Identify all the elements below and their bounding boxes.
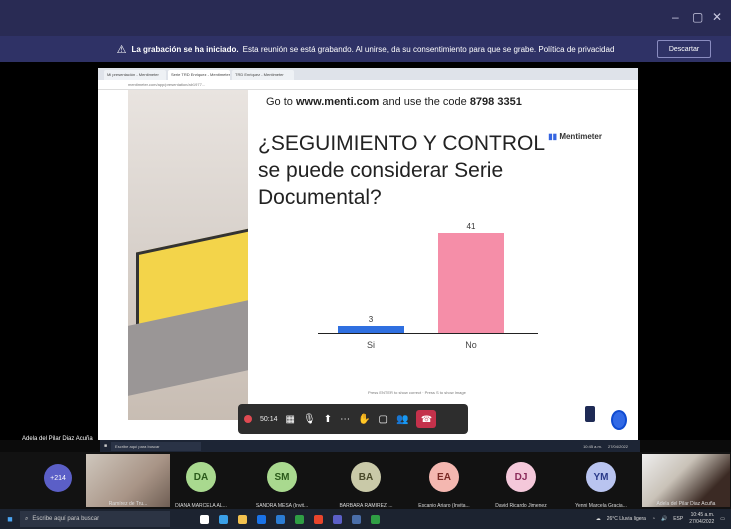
shared-date: 27/04/2022 [607, 443, 628, 449]
shared-time: 10:45 a.m. [583, 443, 602, 449]
join-site: www.menti.com [295, 96, 380, 108]
taskbar-search[interactable]: ⌕ Escribe aquí para buscar [20, 511, 170, 527]
chart-value-label: 3 [368, 315, 374, 324]
participant-tile[interactable]: DJ David Ricardo Jimenez [489, 454, 553, 509]
system-tray: ☁ 26°C Lluvia ligera ◔ 🔊 ESP 10:45 a.m. … [596, 512, 731, 526]
meeting-controls: 50:14 ▦ 🎙 ⬆ ⋯ ✋ ▢ 👥 ☎ [238, 404, 468, 434]
presenter-name: Adela del Pilar Diaz Acuña [22, 436, 93, 442]
search-placeholder: Escribe aquí para buscar [32, 516, 100, 522]
app-icon[interactable] [371, 514, 380, 524]
weather-icon[interactable]: ☁ [596, 516, 601, 522]
more-participants-button[interactable]: +214 [44, 464, 72, 492]
chat-bubble-button[interactable] [611, 410, 627, 430]
browser-tab[interactable]: TRD Enriquez - Mentimeter [232, 70, 294, 80]
presenter-video[interactable]: Adela del Pilar Diaz Acuña [642, 454, 730, 507]
meeting-timer: 50:14 [260, 415, 278, 423]
recording-banner: ⚠ La grabación se ha iniciado. Esta reun… [0, 36, 731, 62]
teams-window: – ▢ ✕ ⚠ La grabación se ha iniciado. Est… [0, 0, 731, 529]
results-chart: 3 Si 41 No [318, 200, 538, 370]
title-bar: – ▢ ✕ [0, 0, 731, 36]
shared-clock: 10:45 a.m. 27/04/2022 [583, 444, 634, 449]
chart-value-label: 41 [466, 222, 476, 231]
browser-tab[interactable]: Mi presentación - Mentimeter [104, 70, 166, 80]
join-instructions: Go to www.menti.com and use the code 879… [266, 96, 522, 108]
shared-windows-taskbar: ■ Escribe aquí para buscar 10:45 a.m. 27… [100, 440, 640, 452]
warning-icon: ⚠ [116, 43, 127, 56]
avatar: DJ [506, 462, 536, 492]
participant-tile[interactable]: BA BARBARA RAMIREZ ... [333, 454, 399, 509]
app-icon[interactable] [352, 514, 361, 524]
participant-gallery: +214 Ramírez de Tru... DA DIANA MARCELA … [0, 452, 731, 509]
start-icon[interactable]: ■ [0, 514, 20, 524]
participant-tile[interactable]: EA Escanio Ariaro (Invita... [412, 454, 476, 509]
recording-indicator-icon [244, 415, 252, 423]
mail-icon[interactable] [257, 514, 266, 524]
minimize-button[interactable]: – [672, 10, 679, 24]
avatar: YM [586, 462, 616, 492]
brand-label: Mentimeter [559, 132, 602, 141]
teams-icon[interactable] [333, 514, 342, 524]
participant-video[interactable]: Ramírez de Tru... [86, 454, 170, 507]
weather-text[interactable]: 26°C Lluvia ligera [607, 516, 646, 522]
chart-bar-no [438, 233, 504, 333]
address-bar[interactable]: mentimeter.com/app/presentation/alr1977.… [98, 80, 638, 90]
volume-icon[interactable]: 🔊 [661, 516, 667, 522]
avatar: DA [186, 462, 216, 492]
chrome-icon[interactable] [314, 514, 323, 524]
chart-category-label: No [465, 340, 477, 350]
word-icon[interactable] [276, 514, 285, 524]
maximize-button[interactable]: ▢ [692, 10, 703, 24]
avatar: EA [429, 462, 459, 492]
browser-window: Mi presentación - Mentimeter Serie TRD E… [98, 68, 638, 440]
share-screen-icon[interactable]: ⬆ [324, 414, 332, 425]
network-icon[interactable]: ◔ [652, 516, 655, 522]
windows-icon: ■ [104, 443, 108, 449]
participant-tile[interactable]: SM SANDRA MESA (Invit... [250, 454, 314, 509]
presentation-slide: Go to www.menti.com and use the code 879… [128, 90, 608, 440]
camera-off-icon[interactable]: ▦ [286, 414, 295, 425]
hang-up-button[interactable]: ☎ [416, 410, 437, 428]
recording-message: Esta reunión se está grabando. Al unirse… [242, 44, 615, 54]
language-indicator[interactable]: ESP [673, 516, 683, 522]
browser-tabs: Mi presentación - Mentimeter Serie TRD E… [98, 68, 638, 80]
chat-icon[interactable]: ▢ [379, 414, 388, 425]
edge-icon[interactable] [219, 514, 228, 524]
slide-hint: Press ENTER to show correct · Press S to… [368, 390, 466, 395]
dismiss-button[interactable]: Descartar [657, 40, 711, 58]
taskbar-apps [200, 514, 380, 524]
close-button[interactable]: ✕ [712, 10, 722, 24]
more-options-icon[interactable]: ⋯ [340, 414, 350, 425]
participant-name: Ramírez de Tru... [108, 501, 148, 507]
avatar: BA [351, 462, 381, 492]
chart-axis [318, 333, 538, 334]
join-code: 8798 3351 [469, 96, 522, 108]
join-prefix: Go to [266, 96, 296, 108]
raise-hand-icon[interactable]: ✋ [358, 414, 370, 425]
shared-search-box: Escribe aquí para buscar [111, 441, 202, 451]
avatar: SM [267, 462, 297, 492]
browser-tab[interactable]: Serie TRD Enriquez - Mentimeter [168, 70, 230, 80]
chart-bar-si [338, 326, 404, 333]
clock-time: 10:45 a.m. [690, 512, 715, 518]
recording-title: La grabación se ha iniciado. [131, 44, 239, 54]
mic-off-icon[interactable]: 🎙 [303, 414, 316, 425]
slide-question: ¿SEGUIMIENTO Y CONTROL se puede consider… [258, 132, 545, 209]
participant-tile[interactable]: DA DIANA MARCELA AL... [170, 454, 232, 509]
participants-icon[interactable]: 👥 [396, 414, 408, 425]
search-icon: ⌕ [25, 515, 29, 522]
notifications-icon[interactable]: ▭ [720, 516, 725, 522]
chart-category-label: Si [366, 340, 375, 350]
file-explorer-icon[interactable] [238, 514, 247, 524]
participant-name: Adela del Pilar Diaz Acuña [656, 501, 716, 507]
windows-taskbar: ■ ⌕ Escribe aquí para buscar ☁ 26°C Lluv… [0, 509, 731, 529]
taskbar-clock[interactable]: 10:45 a.m. 27/04/2022 [689, 512, 714, 526]
participant-tile[interactable]: YM Yenni Marcela Gracia... [568, 454, 634, 509]
task-view-icon[interactable] [200, 514, 209, 524]
laptop-photo [128, 90, 248, 420]
excel-icon[interactable] [295, 514, 304, 524]
join-middle: and use the code [379, 96, 470, 108]
clock-date: 27/04/2022 [689, 519, 715, 525]
people-count-badge[interactable] [585, 406, 595, 422]
shared-screen: Mi presentación - Mentimeter Serie TRD E… [0, 62, 731, 440]
